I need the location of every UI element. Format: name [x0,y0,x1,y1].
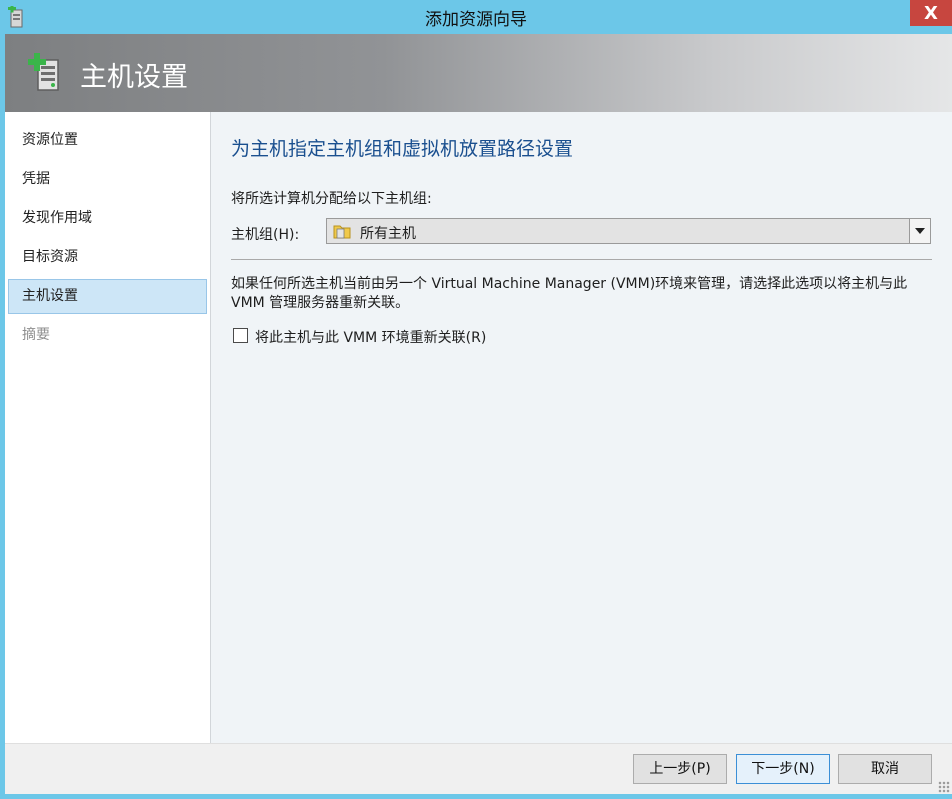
host-group-label: 主机组(H): [231,227,300,243]
window-border [0,794,952,799]
next-button[interactable]: 下一步(N) [736,754,830,784]
content-pane: 为主机指定主机组和虚拟机放置路径设置 将所选计算机分配给以下主机组: 主机组(H… [211,112,952,743]
chevron-down-icon[interactable] [909,219,930,243]
sidebar-item-discovery-scope[interactable]: 发现作用域 [8,201,207,236]
reassociate-checkbox[interactable] [233,328,248,343]
sidebar-item-target-resources[interactable]: 目标资源 [8,240,207,275]
group-instruction: 将所选计算机分配给以下主机组: [231,191,432,207]
sidebar-item-host-settings[interactable]: 主机设置 [8,279,207,314]
reassociate-info-text: 如果任何所选主机当前由另一个 Virtual Machine Manager (… [231,276,908,311]
title-bar: 添加资源向导 X [0,0,952,34]
sidebar-item-summary: 摘要 [22,327,50,343]
page-title: 主机设置 [80,62,188,93]
sidebar-item-credentials[interactable]: 凭据 [8,162,207,197]
previous-button[interactable]: 上一步(P) [633,754,727,784]
reassociate-checkbox-label[interactable]: 将此主机与此 VMM 环境重新关联(R) [255,327,486,347]
divider [231,259,932,260]
server-add-icon [28,53,59,91]
close-button[interactable]: X [910,0,952,26]
window-title: 添加资源向导 [425,10,527,30]
section-heading: 为主机指定主机组和虚拟机放置路径设置 [231,138,574,160]
wizard-header: 主机设置 [5,34,952,112]
host-group-select[interactable]: 所有主机 [326,218,931,244]
wizard-footer: 上一步(P) 下一步(N) 取消 [5,743,952,795]
cancel-button[interactable]: 取消 [838,754,932,784]
host-group-value: 所有主机 [360,226,416,242]
sidebar-item-resource-location[interactable]: 资源位置 [8,123,207,158]
folder-icon [333,225,351,239]
resize-grip[interactable] [938,781,950,793]
wizard-steps-sidebar: 资源位置 凭据 发现作用域 目标资源 主机设置 摘要 [5,112,211,743]
